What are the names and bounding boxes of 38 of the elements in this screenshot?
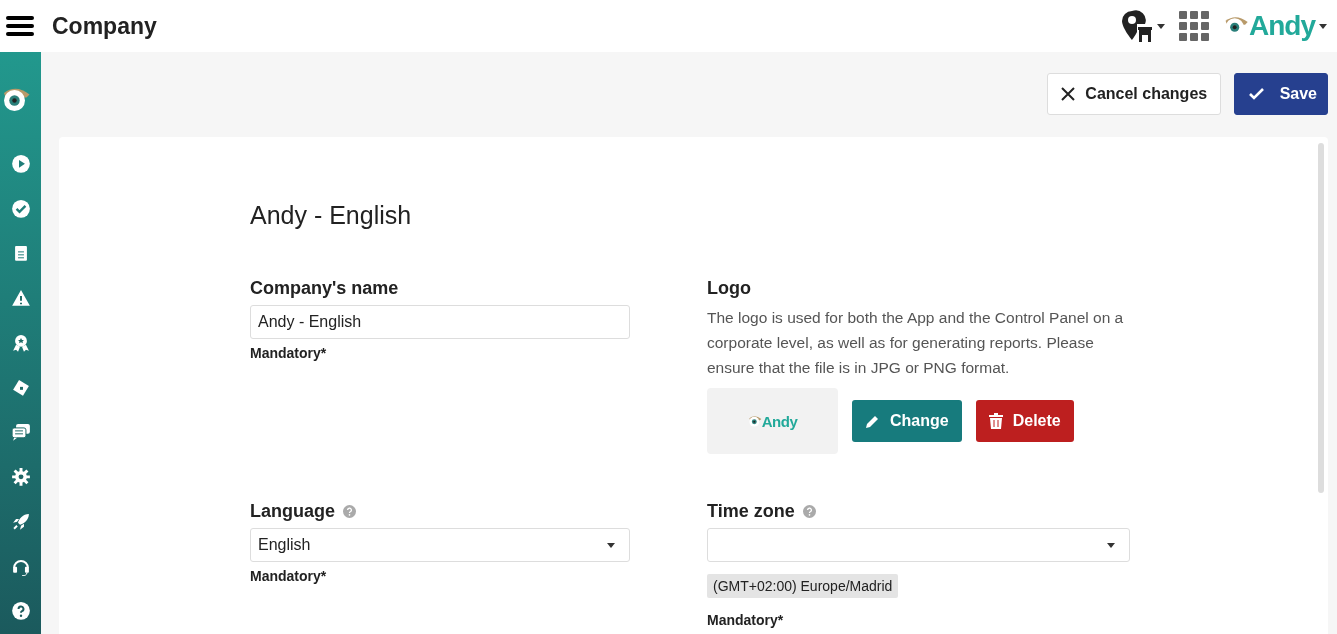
play-icon[interactable] <box>10 154 31 174</box>
mascot-icon <box>747 414 762 428</box>
location-store-icon[interactable] <box>1121 10 1153 42</box>
mandatory-note: Mandatory* <box>707 612 785 628</box>
close-icon <box>1061 87 1076 101</box>
field-label: Logo <box>707 278 751 299</box>
caret-icon <box>1107 542 1115 548</box>
warning-icon[interactable] <box>10 288 31 308</box>
mandatory-note: Mandatory* <box>250 568 328 584</box>
check-icon[interactable] <box>10 198 31 219</box>
menu-icon[interactable] <box>6 14 34 38</box>
company-name-field[interactable]: Andy - English <box>250 305 630 339</box>
field-label: Time zone <box>707 501 795 522</box>
caret-icon <box>1319 23 1327 29</box>
rocket-icon[interactable] <box>10 511 31 532</box>
help-icon[interactable] <box>10 601 31 622</box>
gear-icon[interactable] <box>10 467 31 487</box>
logo-description: The logo is used for both the App and the Control Panel on a corporate level, as well as for generating reports. Please ensure that the file is in JPG or PNG format. <box>707 308 1125 378</box>
award-icon[interactable] <box>10 332 31 353</box>
logo-text: Andy <box>761 412 798 430</box>
field-label: Language <box>250 501 335 522</box>
save-button[interactable]: Save <box>1234 73 1328 115</box>
caret-icon <box>607 542 615 548</box>
apps-grid-icon[interactable] <box>1179 11 1209 41</box>
check-icon <box>1249 87 1266 101</box>
mandatory-note: Mandatory* <box>250 345 328 361</box>
page-title: Company <box>52 12 158 40</box>
pencil-icon <box>865 413 880 429</box>
language-select[interactable]: English <box>250 528 630 562</box>
field-label: Company's name <box>250 278 399 299</box>
change-button[interactable]: Change <box>852 400 962 442</box>
cancel-changes-button[interactable]: Cancel changes <box>1047 73 1222 115</box>
chat-icon[interactable] <box>10 422 31 443</box>
delete-button[interactable]: Delete <box>975 400 1074 442</box>
time-zone-tag: (GMT+02:00) Europe/Madrid <box>707 574 899 598</box>
company-heading: Andy - English <box>250 201 413 230</box>
caret-icon <box>1157 23 1165 29</box>
trash-icon <box>988 413 1003 429</box>
